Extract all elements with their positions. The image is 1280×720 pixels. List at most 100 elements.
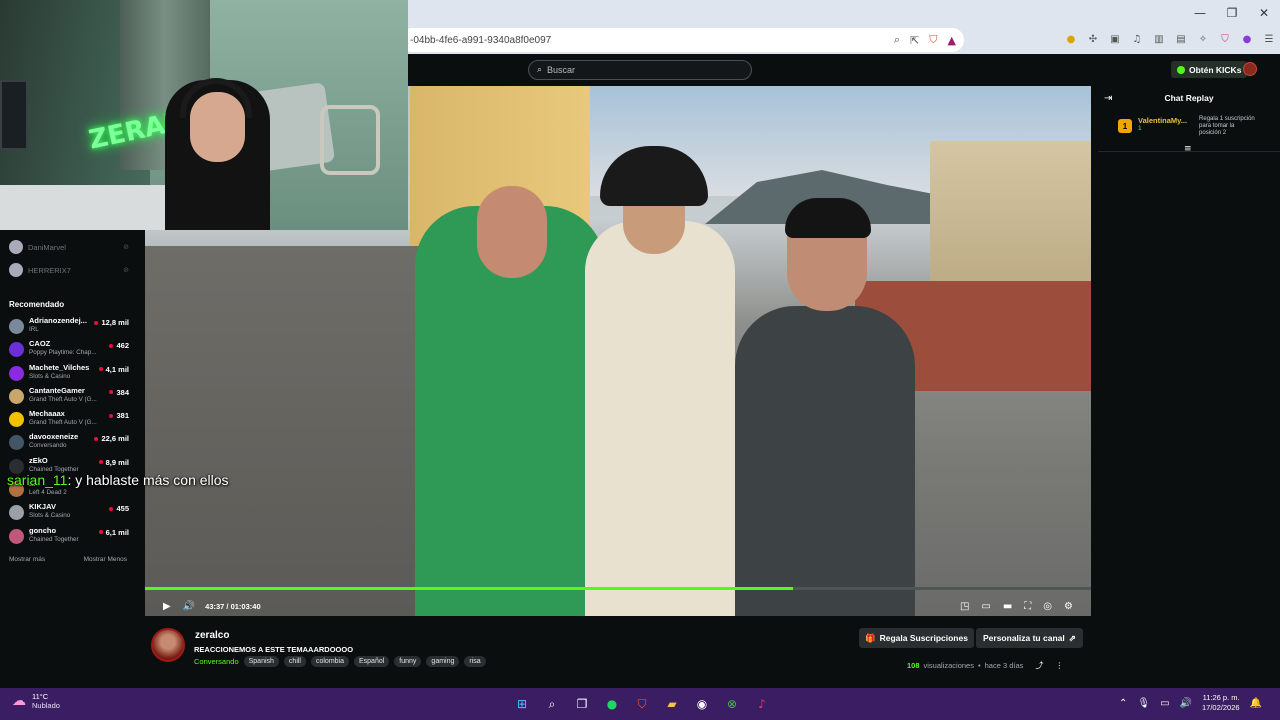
live-dot-icon [98,367,103,372]
sidebar-more-row: Mostrar más Mostrar Menos [9,556,127,563]
tag-chip[interactable]: Spanish [243,656,279,667]
external-link-icon: ⇗ [1068,632,1076,643]
shield-icon[interactable]: ⛉ [929,33,937,47]
extension-icon[interactable]: ● [1064,32,1078,46]
tiktok-icon[interactable]: ♪ [752,694,772,714]
get-kicks-label: Obtén KICKs [1189,64,1242,75]
tag-chip[interactable]: colombia [310,656,349,667]
file-explorer-icon[interactable]: ▰ [662,694,682,714]
customize-channel-button[interactable]: Personaliza tu canal ⇗ [976,628,1083,648]
notification-icon[interactable]: 🔔 [1250,698,1262,709]
user-avatar[interactable] [1243,62,1257,76]
share-icon[interactable]: ⤴ [1035,660,1043,671]
progress-fill [145,587,793,590]
sidebar-recommended-item[interactable]: goncho Chained Together 6,1 mil [9,526,129,549]
sidebar-recommended-item[interactable]: CAOZ Poppy Playtime: Chap... 462 [9,339,129,362]
weather-widget[interactable]: ☁ 11°C Nublado [12,692,60,710]
player-controls: ▶ 🔊 43:37 / 01:03:40 ◳ ▭ ▬ ⛶ ◎ ⚙ [145,595,1091,617]
channel-info: zeralco REACCIONEMOS A ESTE TEMAAARDOOOO… [145,620,1091,688]
close-window-button[interactable]: ✕ [1248,0,1280,26]
gifter-name: ValentinaMy... [1138,116,1188,125]
vpn-icon[interactable]: ⛉ [1218,32,1232,46]
leo-icon[interactable]: ✧ [1196,32,1210,46]
webcam-monitor [0,80,28,150]
tag-chip[interactable]: chill [283,656,306,667]
live-dot-icon [109,390,114,395]
channel-name[interactable]: zeralco [195,630,229,641]
gift-message: Regala 1 suscripción para tomar la posic… [1199,116,1255,136]
window-controls: — ❐ ✕ [1184,0,1280,26]
viewer-count-label: 462 [116,341,129,351]
gift-subs-button[interactable]: 🎁 Regala Suscripciones [859,628,974,648]
channel-text: davooxeneize Conversando [29,432,89,449]
show-less-link[interactable]: Mostrar Menos [84,556,127,563]
fullscreen-icon[interactable]: ⛶ [1024,601,1031,612]
maximize-button[interactable]: ❐ [1216,0,1248,26]
volume-icon[interactable]: 🔊 [183,601,195,612]
tag-chip[interactable]: Español [354,656,390,667]
network-icon[interactable]: ▭ [1160,698,1169,709]
spotify-icon[interactable]: ● [602,694,622,714]
task-view-icon[interactable]: ❐ [572,694,592,714]
sidebar-recommended-item[interactable]: KIKJAV Slots & Casino 455 [9,502,129,525]
theater-mode-icon[interactable]: ▬ [1003,601,1012,612]
avatar [9,528,24,544]
chevron-up-icon[interactable]: ⌃ [1119,698,1127,709]
profile-icon[interactable]: ● [1240,32,1254,46]
obs-icon[interactable]: ◉ [692,694,712,714]
channel-name: Adrianozendej... [29,316,87,325]
channel-text: Mechaaax Grand Theft Auto V (G... [29,409,104,426]
sidebar-icon[interactable]: ▥ [1152,32,1166,46]
sidebar-recommended-item[interactable]: davooxeneize Conversando 22,6 mil [9,432,129,455]
video-person-hair [785,198,871,238]
tag-chip[interactable]: funny [394,656,422,667]
more-options-icon[interactable]: ⋮ [1055,661,1063,670]
tab-icon[interactable]: ▣ [1108,32,1122,46]
menu-icon[interactable]: ☰ [1262,32,1276,46]
get-kicks-button[interactable]: Obtén KICKs [1171,61,1248,78]
clip-icon[interactable]: ◎ [1043,601,1052,612]
live-dot-icon [109,413,114,418]
minimize-button[interactable]: — [1184,0,1216,26]
viewer-count: 381 [109,411,129,420]
zoom-icon[interactable]: ⌕ [894,33,900,47]
warning-icon[interactable]: ▲ [948,34,956,47]
avatar [9,319,24,334]
left-sidebar: DaniMarvel ⊘ HERRERIX7 ⊘ Recomendado Adr… [0,230,135,688]
start-icon[interactable]: ⊞ [512,694,532,714]
sidebar-recommended-item[interactable]: Adrianozendej... IRL 12,8 mil [9,316,129,339]
filter-icon[interactable]: ≡ [1184,144,1192,154]
sidebar-recommended-item[interactable]: CantanteGamer Grand Theft Auto V (G... 384 [9,386,129,409]
sidebar-recommended-item[interactable]: Machete_Vilches Slots & Casino 4,1 mil [9,363,129,386]
sidebar-following-item[interactable]: DaniMarvel ⊘ [9,239,129,255]
search-icon[interactable]: ⌕ [542,694,562,714]
play-icon[interactable]: ▶ [163,601,171,612]
brave-icon[interactable]: ⛉ [632,694,652,714]
clock[interactable]: 11:26 p. m. 17/02/2026 [1202,693,1240,713]
mini-player-icon[interactable]: ▭ [981,601,990,612]
music-icon[interactable]: ♫ [1130,32,1144,46]
microphone-icon[interactable]: 🎙 [1137,698,1150,709]
live-dot-icon [98,460,103,465]
search-input[interactable]: ⌕ Buscar [528,60,752,80]
share-icon[interactable]: ⇱ [910,34,919,47]
tag-chip[interactable]: risa [464,656,486,667]
channel-text: CAOZ Poppy Playtime: Chap... [29,339,104,356]
sidebar-following-item[interactable]: HERRERIX7 ⊘ [9,262,129,278]
sidebar-recommended-item[interactable]: Mechaaax Grand Theft Auto V (G... 381 [9,409,129,432]
show-more-link[interactable]: Mostrar más [9,556,45,563]
xbox-icon[interactable]: ⊗ [722,694,742,714]
tag-chip[interactable]: gaming [426,656,460,667]
gift-count: 1 [1138,125,1142,132]
channel-avatar[interactable] [151,628,185,662]
settings-icon[interactable]: ⚙ [1064,601,1073,612]
overlay-chat-text: : y hablaste más con ellos [67,472,229,488]
picture-in-picture-icon[interactable]: ◳ [960,601,969,612]
category-link[interactable]: Conversando [194,657,239,666]
address-bar[interactable]: -04bb-4fe6-a991-9340a8f0e097 ⌕ ⇱ ⛉ ▲ [400,28,964,52]
speaker-icon[interactable]: 🔊 [1180,698,1192,709]
wallet-icon[interactable]: ▤ [1174,32,1188,46]
url-text[interactable]: -04bb-4fe6-a991-9340a8f0e097 [410,35,894,46]
puzzle-icon[interactable]: ✣ [1086,32,1100,46]
gift-leaderboard[interactable]: 1 ValentinaMy... 1 Regala 1 suscripción … [1118,116,1255,137]
